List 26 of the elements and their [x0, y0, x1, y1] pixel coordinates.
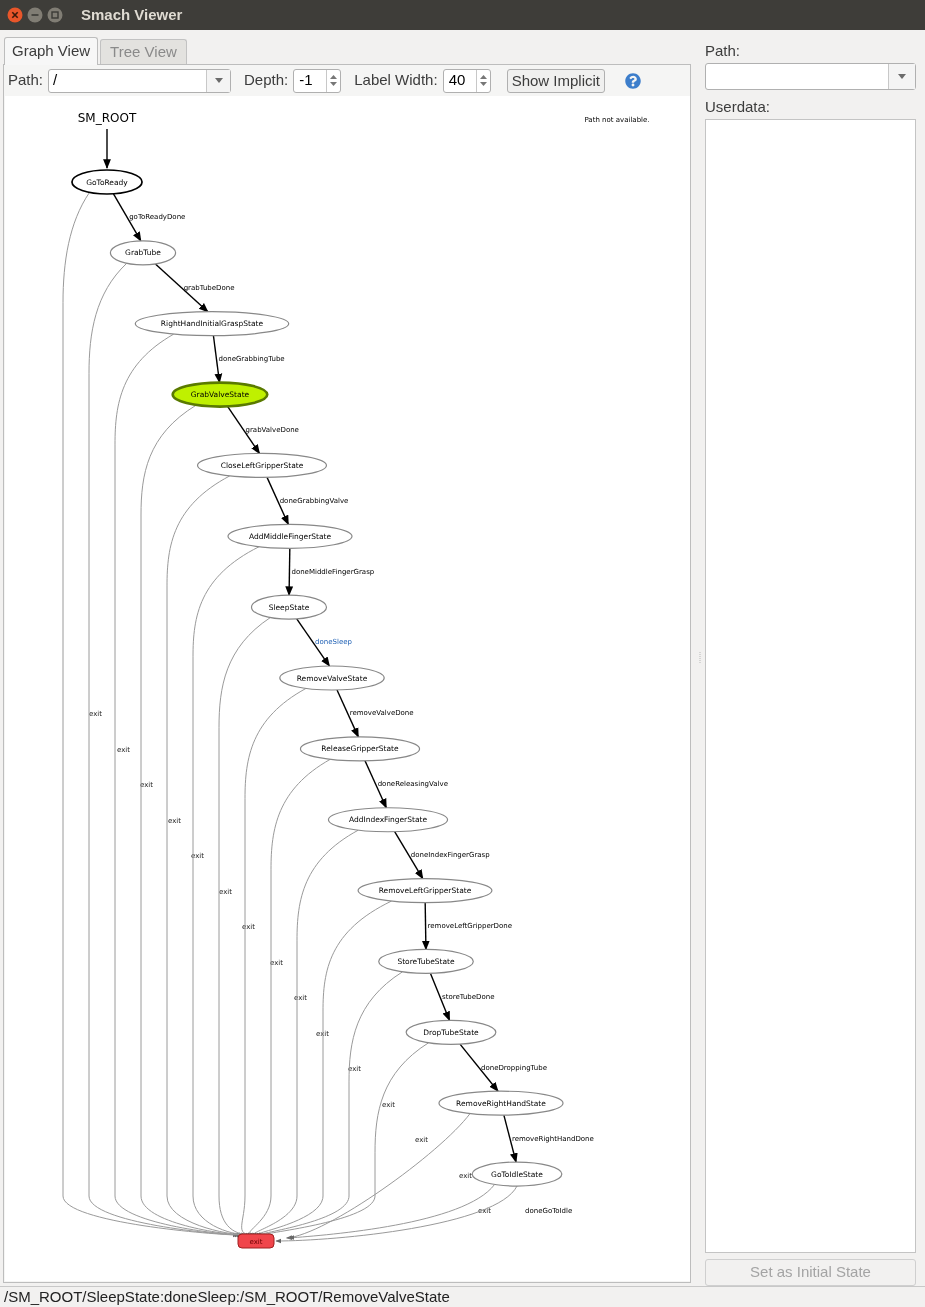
spin-up-icon[interactable] — [479, 75, 487, 79]
status-bar: /SM_ROOT/SleepState:doneSleep:/SM_ROOT/RemoveValveState — [0, 1286, 925, 1307]
userdata-label: Userdata: — [705, 96, 772, 116]
minimize-icon[interactable] — [27, 7, 43, 23]
maximize-icon[interactable] — [47, 7, 63, 23]
transition-arrow — [285, 547, 294, 597]
root-label: SM_ROOT — [77, 111, 137, 125]
transition-arrow — [421, 901, 430, 951]
spin-up-icon[interactable] — [330, 75, 338, 79]
close-icon[interactable] — [7, 7, 23, 23]
label-width-label: Label Width: — [354, 70, 438, 91]
caret-icon — [898, 73, 906, 79]
path-combo-box[interactable]: / — [48, 68, 232, 93]
help-icon[interactable] — [625, 72, 641, 89]
path-label: Path: — [705, 41, 742, 60]
spin-down-icon[interactable] — [479, 82, 487, 86]
arrow — [103, 128, 111, 169]
depth-label: Depth: — [244, 70, 289, 91]
tab[interactable]: Graph View — [4, 37, 99, 65]
label-width-spin-box[interactable]: 40 — [442, 68, 491, 93]
caret-icon — [214, 78, 223, 83]
window-title: Smach Viewer — [81, 4, 183, 25]
depth-spin-box[interactable]: -1 — [293, 68, 342, 93]
spin-down-icon[interactable] — [330, 82, 338, 86]
show-implicit-button[interactable]: Show Implicit — [506, 68, 605, 93]
path-label: Path: — [8, 70, 44, 91]
